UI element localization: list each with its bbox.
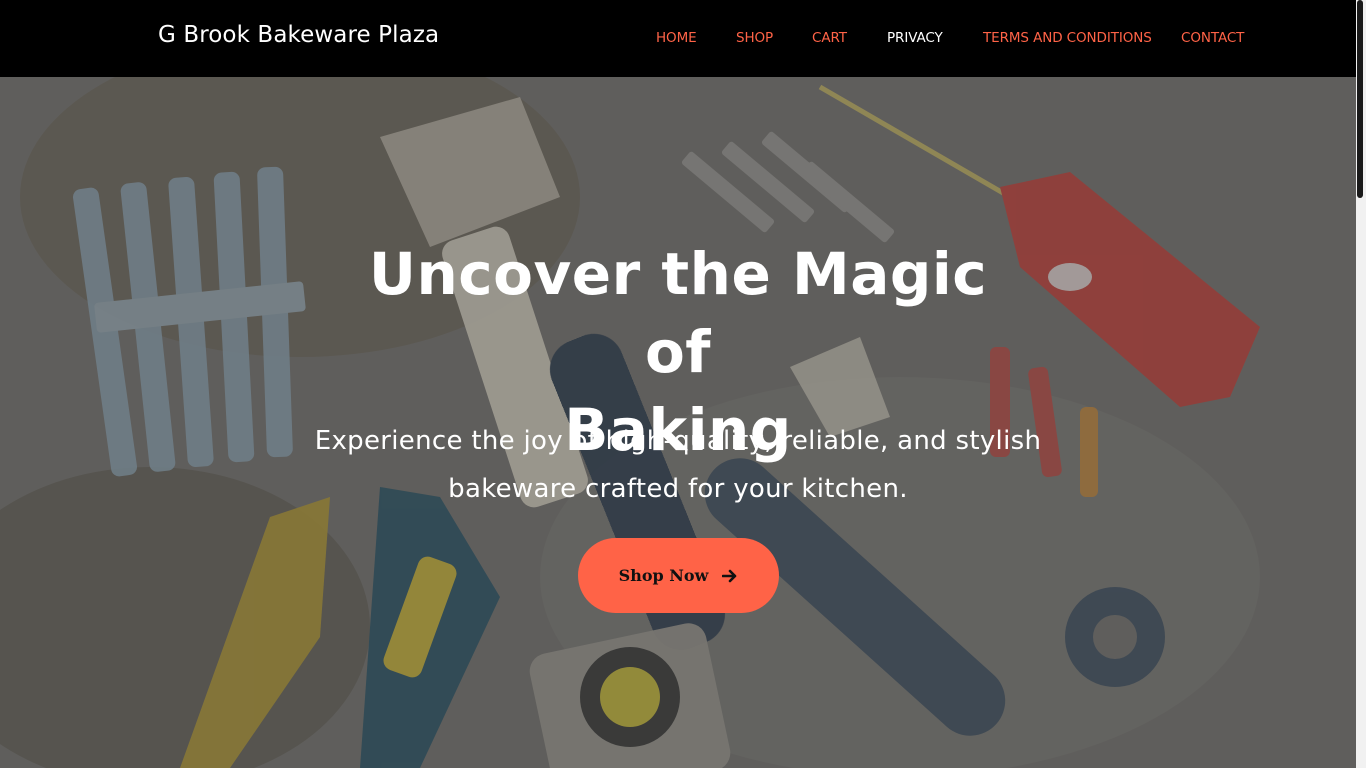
nav-link-shop[interactable]: SHOP bbox=[736, 30, 773, 46]
hero-subtitle-line-2: bakeware crafted for your kitchen. bbox=[448, 474, 908, 504]
nav-link-cart[interactable]: CART bbox=[812, 30, 847, 46]
nav-link-home[interactable]: HOME bbox=[656, 30, 697, 46]
brand-logo-text[interactable]: G Brook Bakeware Plaza bbox=[158, 22, 439, 48]
nav-link-privacy[interactable]: PRIVACY bbox=[887, 30, 943, 46]
nav-link-contact[interactable]: CONTACT bbox=[1181, 30, 1244, 46]
shop-now-label: Shop Now bbox=[618, 566, 709, 585]
scrollbar-thumb[interactable] bbox=[1357, 0, 1363, 198]
hero-title-line-1: Uncover the Magic of bbox=[368, 240, 988, 386]
top-navbar: G Brook Bakeware Plaza HOME SHOP CART PR… bbox=[0, 0, 1356, 77]
hero-subtitle: Experience the joy of high-quality, reli… bbox=[300, 417, 1056, 513]
shop-now-button[interactable]: Shop Now bbox=[578, 538, 779, 613]
arrow-right-icon bbox=[722, 569, 737, 582]
nav-link-terms[interactable]: TERMS AND CONDITIONS bbox=[983, 30, 1152, 46]
hero-subtitle-line-1: Experience the joy of high-quality, reli… bbox=[314, 426, 1042, 456]
page-scrollbar[interactable] bbox=[1356, 0, 1366, 768]
hero-section: Uncover the Magic of Baking Experience t… bbox=[0, 77, 1356, 768]
